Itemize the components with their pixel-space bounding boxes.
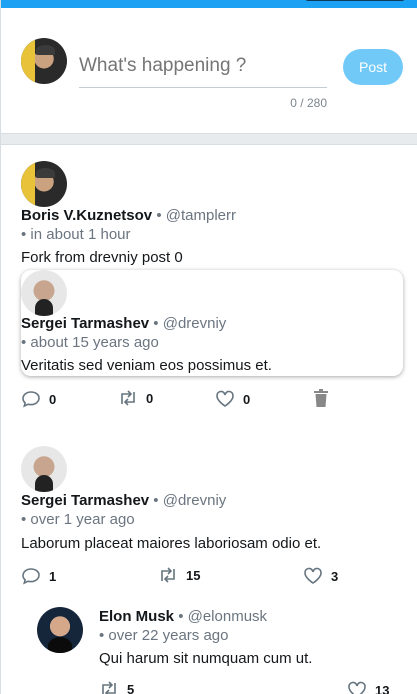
like-count: 3 xyxy=(331,568,339,584)
author-handle[interactable]: • @drevniy xyxy=(153,492,226,509)
retweet-button[interactable]: 0 xyxy=(118,390,153,406)
quoted-author-handle[interactable]: • @drevniy xyxy=(153,315,226,332)
heart-icon xyxy=(216,390,234,407)
retweet-count: 0 xyxy=(146,390,154,406)
avatar[interactable] xyxy=(21,161,67,207)
retweet-button[interactable]: 5 xyxy=(99,681,134,694)
heart-icon xyxy=(304,567,322,584)
post-button[interactable]: Post xyxy=(343,49,403,85)
heart-icon xyxy=(348,681,366,694)
trash-icon[interactable] xyxy=(313,389,329,407)
reply-button[interactable]: 0 xyxy=(21,390,56,408)
quoted-tweet-text: Veritatis sed veniam eos possimus et. xyxy=(21,357,272,374)
like-count: 0 xyxy=(243,391,251,407)
retweet-button[interactable]: 15 xyxy=(158,567,200,583)
compose-avatar[interactable] xyxy=(21,38,67,84)
retweet-icon xyxy=(121,390,135,406)
quoted-avatar[interactable] xyxy=(21,270,67,316)
quoted-tweet-time: • about 15 years ago xyxy=(21,334,159,351)
top-nav-bar xyxy=(1,0,417,8)
reply-icon xyxy=(22,391,40,408)
tweet-text: Laborum placeat maiores laboriosam odio … xyxy=(21,535,322,552)
retweet-count: 5 xyxy=(127,681,135,694)
character-counter: 0 / 280 xyxy=(290,96,327,110)
tweet-time: • over 1 year ago xyxy=(21,511,135,528)
reply-count: 0 xyxy=(49,391,57,407)
top-nav-button[interactable] xyxy=(306,0,404,1)
compose-input[interactable] xyxy=(79,44,327,88)
tweet-text: Fork from drevniy post 0 xyxy=(21,249,183,266)
reply-count: 1 xyxy=(49,568,57,584)
like-count: 13 xyxy=(375,682,390,694)
avatar[interactable] xyxy=(21,446,67,492)
reply-button[interactable]: 1 xyxy=(21,567,56,585)
feed-page: 0 / 280 Post Boris V.Kuznetsov • @tample… xyxy=(0,0,417,694)
reply-icon xyxy=(22,568,40,585)
author-name[interactable]: Boris V.Kuznetsov • @tamplerr xyxy=(21,207,236,224)
retweet-icon xyxy=(161,567,175,583)
compose-separator xyxy=(1,133,417,145)
like-button[interactable]: 13 xyxy=(347,681,389,694)
retweet-count: 15 xyxy=(186,567,201,583)
avatar[interactable] xyxy=(37,607,83,653)
tweet-time: • in about 1 hour xyxy=(21,226,131,243)
tweet-time: • over 22 years ago xyxy=(99,627,229,644)
like-button[interactable]: 3 xyxy=(303,567,338,585)
retweet-icon xyxy=(102,681,116,694)
author-name[interactable]: Sergei Tarmashev • @drevniy xyxy=(21,492,226,509)
tweet-text: Qui harum sit numquam cum ut. xyxy=(99,650,313,667)
like-button[interactable]: 0 xyxy=(215,390,250,408)
author-handle[interactable]: • @elonmusk xyxy=(178,608,267,625)
quoted-author-name[interactable]: Sergei Tarmashev • @drevniy xyxy=(21,315,226,332)
author-name[interactable]: Elon Musk • @elonmusk xyxy=(99,608,267,625)
author-handle[interactable]: • @tamplerr xyxy=(156,207,236,224)
